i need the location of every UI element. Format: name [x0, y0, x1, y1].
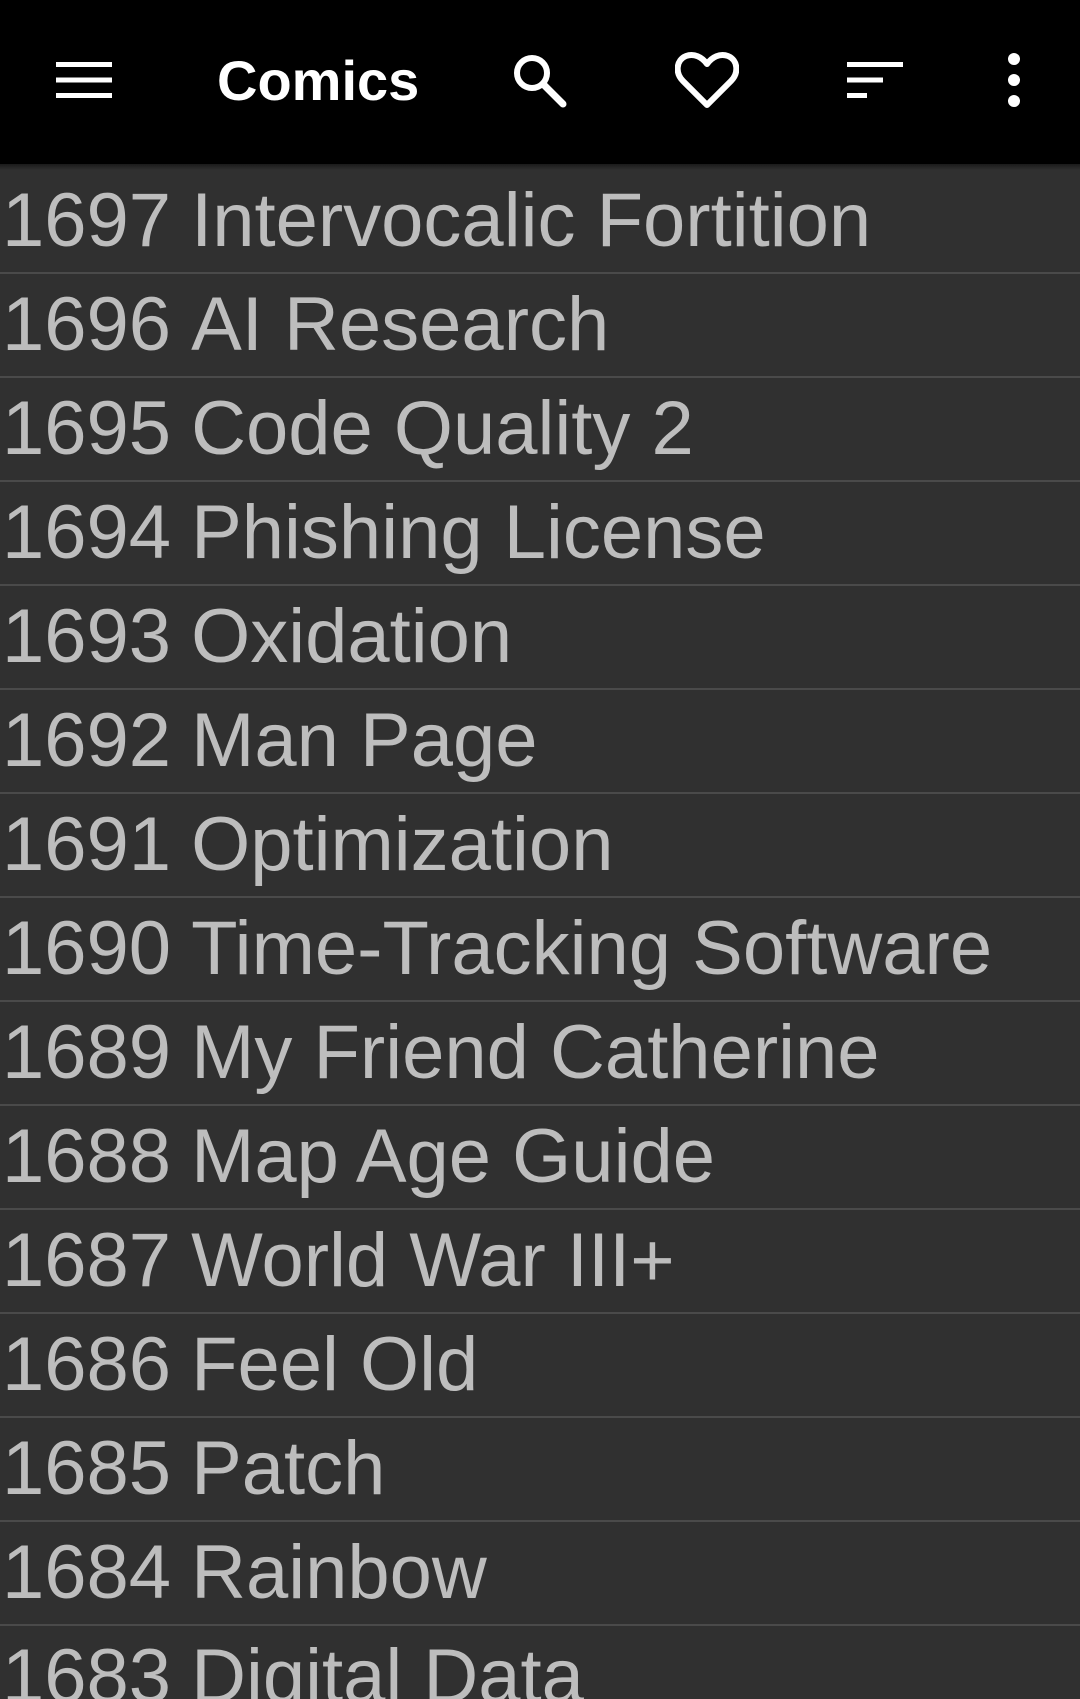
comic-label: 1694 Phishing License: [2, 482, 766, 584]
comic-list-item[interactable]: 1694 Phishing License: [0, 482, 1080, 586]
comic-list-item[interactable]: 1684 Rainbow: [0, 1522, 1080, 1626]
comic-list-item[interactable]: 1685 Patch: [0, 1418, 1080, 1522]
comic-title: My Friend Catherine: [191, 1010, 880, 1095]
comic-label: 1689 My Friend Catherine: [2, 1002, 880, 1104]
comic-list-item[interactable]: 1697 Intervocalic Fortition: [0, 170, 1080, 274]
comic-label: 1687 World War III+: [2, 1210, 675, 1312]
comic-title: Optimization: [191, 802, 614, 887]
comic-number: 1694: [2, 490, 172, 575]
comic-list-item[interactable]: 1688 Map Age Guide: [0, 1106, 1080, 1210]
comic-label: 1691 Optimization: [2, 794, 613, 896]
comics-app: Comics 1697 Intervocalic Fortition 1696 …: [0, 0, 1080, 1699]
comic-number: 1695: [2, 386, 172, 471]
comic-title: Oxidation: [191, 594, 513, 679]
comic-title: Rainbow: [191, 1530, 487, 1615]
search-button[interactable]: [489, 30, 589, 130]
comic-number: 1685: [2, 1426, 172, 1511]
comic-title: World War III+: [191, 1218, 675, 1303]
comic-title: Intervocalic Fortition: [191, 178, 872, 263]
comic-list-item[interactable]: 1687 World War III+: [0, 1210, 1080, 1314]
comic-title: Map Age Guide: [191, 1114, 715, 1199]
comic-label: 1684 Rainbow: [2, 1522, 487, 1624]
comic-list-item[interactable]: 1691 Optimization: [0, 794, 1080, 898]
comic-label: 1688 Map Age Guide: [2, 1106, 715, 1208]
comic-number: 1692: [2, 698, 172, 783]
comic-list-item[interactable]: 1689 My Friend Catherine: [0, 1002, 1080, 1106]
comic-list-item[interactable]: 1683 Digital Data: [0, 1626, 1080, 1699]
page-title: Comics: [217, 49, 420, 112]
comic-number: 1689: [2, 1010, 172, 1095]
app-toolbar: Comics: [0, 0, 1080, 164]
comic-title: Man Page: [191, 698, 538, 783]
sort-icon: [847, 62, 903, 98]
heart-outline-icon: [675, 52, 739, 108]
comic-label: 1692 Man Page: [2, 690, 538, 792]
comic-label: 1693 Oxidation: [2, 586, 512, 688]
more-vert-icon: [1008, 53, 1020, 107]
comic-label: 1686 Feel Old: [2, 1314, 478, 1416]
search-icon: [514, 55, 567, 108]
comic-list-item[interactable]: 1695 Code Quality 2: [0, 378, 1080, 482]
comic-label: 1685 Patch: [2, 1418, 385, 1520]
comic-title: Patch: [191, 1426, 386, 1511]
overflow-menu-button[interactable]: [964, 30, 1064, 130]
sort-button[interactable]: [825, 30, 925, 130]
comic-number: 1693: [2, 594, 172, 679]
favorites-button[interactable]: [657, 30, 757, 130]
comic-number: 1696: [2, 282, 172, 367]
comic-list-item[interactable]: 1692 Man Page: [0, 690, 1080, 794]
comic-number: 1690: [2, 906, 172, 991]
comic-label: 1683 Digital Data: [2, 1626, 584, 1699]
comic-title: Code Quality 2: [191, 386, 694, 471]
comic-number: 1691: [2, 802, 172, 887]
comic-list-item[interactable]: 1690 Time-Tracking Software: [0, 898, 1080, 1002]
comic-list-item[interactable]: 1686 Feel Old: [0, 1314, 1080, 1418]
comic-title: Digital Data: [191, 1634, 584, 1699]
comic-number: 1697: [2, 178, 172, 263]
comic-list-item[interactable]: 1696 AI Research: [0, 274, 1080, 378]
comic-title: Time-Tracking Software: [191, 906, 993, 991]
comic-number: 1686: [2, 1322, 172, 1407]
comic-label: 1690 Time-Tracking Software: [2, 898, 992, 1000]
hamburger-menu-icon: [56, 62, 112, 98]
comic-number: 1687: [2, 1218, 172, 1303]
comic-title: Phishing License: [191, 490, 766, 575]
comic-title: AI Research: [191, 282, 610, 367]
comic-title: Feel Old: [191, 1322, 479, 1407]
comic-label: 1695 Code Quality 2: [2, 378, 694, 480]
comic-number: 1684: [2, 1530, 172, 1615]
menu-button[interactable]: [34, 30, 134, 130]
comic-label: 1697 Intervocalic Fortition: [2, 170, 871, 272]
comic-number: 1688: [2, 1114, 172, 1199]
comic-label: 1696 AI Research: [2, 274, 609, 376]
comic-number: 1683: [2, 1634, 172, 1699]
comic-list-item[interactable]: 1693 Oxidation: [0, 586, 1080, 690]
comic-list: 1697 Intervocalic Fortition 1696 AI Resear…: [0, 170, 1080, 1699]
